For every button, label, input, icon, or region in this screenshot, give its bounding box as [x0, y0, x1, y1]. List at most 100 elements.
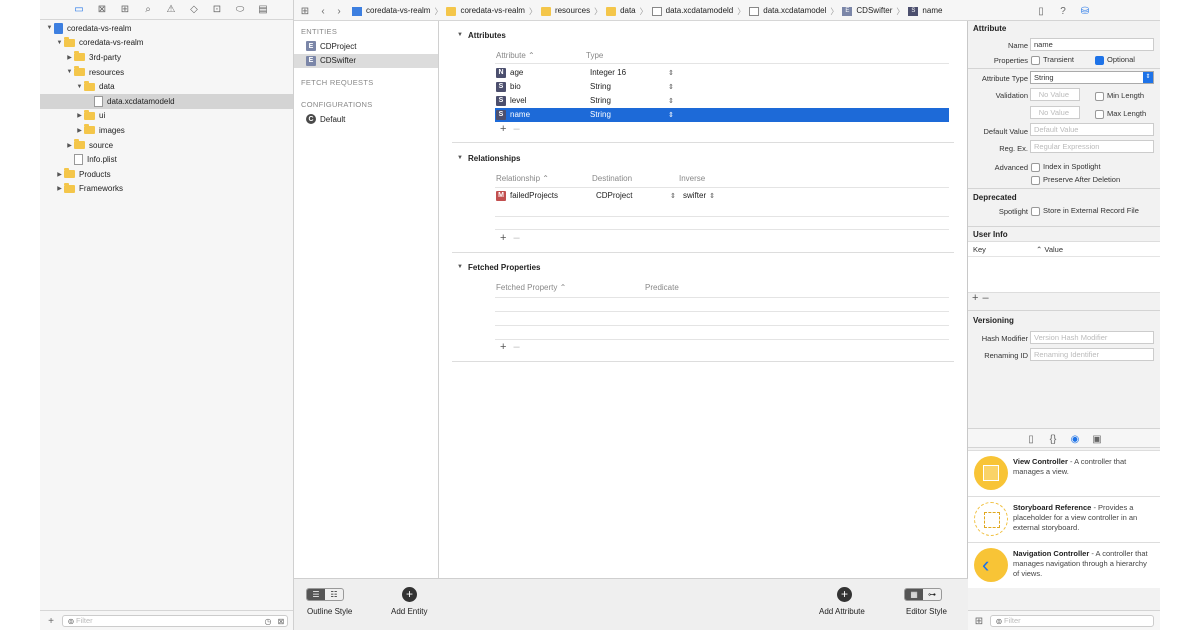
tree-item[interactable]: ▶ Products	[40, 167, 293, 182]
destination-stepper-icon[interactable]: ⇕	[670, 192, 683, 200]
disclosure-closed-icon[interactable]: ▶	[55, 185, 64, 192]
add-attribute-icon[interactable]: +	[837, 587, 852, 602]
add-attribute-label[interactable]: Add Attribute	[819, 607, 865, 616]
add-entity-icon[interactable]: +	[402, 587, 417, 602]
help-inspector-icon[interactable]: ?	[1056, 4, 1070, 18]
disclosure-closed-icon[interactable]: ▶	[65, 54, 74, 61]
store-external-checkbox[interactable]: Store in External Record File	[1031, 206, 1139, 216]
attribute-add-remove[interactable]: + –	[500, 123, 520, 135]
max-length-checkbox[interactable]: Max Length	[1095, 109, 1146, 119]
object-library-icon[interactable]: ◉	[1068, 432, 1082, 446]
type-stepper-icon[interactable]: ⇕	[668, 97, 674, 105]
warning-icon[interactable]: ⚠	[164, 3, 178, 17]
tree-item[interactable]: ▶ source	[40, 138, 293, 153]
min-length-checkbox[interactable]: Min Length	[1095, 91, 1144, 101]
disclosure-open-icon[interactable]: ▼	[45, 25, 54, 31]
breadcrumb-item[interactable]: coredata-vs-realm	[446, 6, 525, 16]
relationships-section-title[interactable]: Relationships	[457, 154, 521, 163]
test-icon[interactable]: ◇	[187, 3, 201, 17]
library-filter-input[interactable]: Filter	[990, 615, 1154, 627]
type-column-header[interactable]: Type	[586, 51, 603, 60]
disclosure-closed-icon[interactable]: ▶	[75, 127, 84, 134]
attribute-name[interactable]: bio	[510, 82, 590, 91]
destination-column-header[interactable]: Destination	[592, 174, 632, 183]
value-column-header[interactable]: ⌃ Value	[1036, 245, 1063, 254]
tree-item[interactable]: ▼ coredata-vs-realm	[40, 36, 293, 51]
file-template-icon[interactable]: ▯	[1024, 432, 1038, 446]
configuration-item[interactable]: C Default	[294, 112, 438, 127]
report-icon[interactable]: ▤	[256, 3, 270, 17]
relationship-inverse[interactable]: swifter	[683, 191, 706, 200]
tree-item[interactable]: ▼ resources	[40, 65, 293, 80]
type-stepper-icon[interactable]: ⇕	[668, 83, 674, 91]
renaming-id-field[interactable]: Renaming Identifier	[1030, 348, 1154, 361]
library-item[interactable]: ‹ Navigation Controller - A controller th…	[968, 542, 1160, 588]
disclosure-open-icon[interactable]: ▼	[55, 40, 64, 46]
disclosure-open-icon[interactable]: ▼	[75, 84, 84, 90]
tree-item[interactable]: Info.plist	[40, 152, 293, 167]
debug-icon[interactable]: ⊡	[210, 3, 224, 17]
source-control-icon[interactable]: ⊠	[95, 3, 109, 17]
breadcrumb-item[interactable]: E CDSwifter	[842, 6, 892, 16]
recent-icon[interactable]: ◷	[261, 614, 275, 628]
inverse-column-header[interactable]: Inverse	[679, 174, 705, 183]
entity-item[interactable]: E CDProject	[294, 39, 438, 54]
type-stepper-icon[interactable]: ⇕	[668, 69, 674, 77]
disclosure-closed-icon[interactable]: ▶	[75, 112, 84, 119]
attribute-column-header[interactable]: Attribute ⌃	[496, 51, 535, 60]
fetched-add-remove[interactable]: + –	[500, 341, 520, 353]
relationship-column-header[interactable]: Relationship ⌃	[496, 174, 549, 183]
max-value-field[interactable]: No Value	[1030, 106, 1080, 119]
tree-item[interactable]: ▶ ui	[40, 109, 293, 124]
relationship-row[interactable]: MfailedProjects CDProject ⇕ swifter ⇕	[495, 189, 949, 203]
search-icon[interactable]: ⌕	[141, 3, 155, 17]
tree-item[interactable]: data.xcdatamodeld	[40, 93, 293, 109]
default-value-field[interactable]: Default Value	[1030, 123, 1154, 136]
related-items-icon[interactable]: ⊞	[298, 4, 312, 18]
attributes-section-title[interactable]: Attributes	[457, 31, 506, 40]
file-inspector-icon[interactable]: ▯	[1034, 4, 1048, 18]
add-icon[interactable]: +	[44, 614, 58, 628]
attribute-row[interactable]: Nage Integer 16 ⇕	[495, 66, 949, 80]
media-library-icon[interactable]: ▣	[1090, 432, 1104, 446]
breadcrumb-item[interactable]: data.xcdatamodeld	[651, 6, 733, 16]
editor-style-control[interactable]: ▦ ⊶	[904, 588, 942, 601]
attribute-name[interactable]: name	[510, 110, 590, 119]
breadcrumb-item[interactable]: resources	[540, 6, 590, 16]
tree-item[interactable]: ▼ data	[40, 79, 293, 94]
attribute-name[interactable]: age	[510, 68, 590, 77]
back-icon[interactable]: ‹	[316, 4, 330, 18]
regex-field[interactable]: Regular Expression	[1030, 140, 1154, 153]
preserve-deletion-checkbox[interactable]: Preserve After Deletion	[1031, 175, 1120, 185]
optional-checkbox[interactable]: Optional	[1095, 55, 1135, 65]
tree-item[interactable]: ▶ images	[40, 123, 293, 138]
fetched-property-column-header[interactable]: Fetched Property ⌃	[496, 283, 566, 292]
fetched-properties-section-title[interactable]: Fetched Properties	[457, 263, 541, 272]
breadcrumb-item[interactable]: coredata-vs-realm	[352, 6, 430, 16]
library-item[interactable]: Storyboard Reference - Provides a placeh…	[968, 496, 1160, 542]
tree-item[interactable]: ▼ coredata-vs-realm	[40, 21, 293, 36]
relationship-add-remove[interactable]: + –	[500, 232, 520, 244]
data-model-inspector-icon[interactable]: ⛁	[1078, 4, 1092, 18]
folder-icon[interactable]: ▭	[72, 3, 86, 17]
hierarchy-icon[interactable]: ⊞	[118, 3, 132, 17]
entity-item[interactable]: E CDSwifter	[294, 53, 438, 69]
breadcrumb-item[interactable]: Sname	[908, 6, 942, 16]
forward-icon[interactable]: ›	[332, 4, 346, 18]
breadcrumb-item[interactable]: data	[606, 6, 636, 16]
breakpoint-icon[interactable]: ⬭	[233, 3, 247, 17]
attribute-row[interactable]: Slevel String ⇕	[495, 94, 949, 108]
user-info-add-remove[interactable]: + –	[972, 292, 989, 304]
disclosure-closed-icon[interactable]: ▶	[65, 142, 74, 149]
name-field[interactable]: name	[1030, 38, 1154, 51]
attribute-type[interactable]: String	[590, 96, 668, 105]
user-info-table[interactable]: Key ⌃ Value	[968, 241, 1160, 293]
min-value-field[interactable]: No Value	[1030, 88, 1080, 101]
relationship-name[interactable]: failedProjects	[510, 191, 596, 200]
outline-style-control[interactable]: ☰ ☷	[306, 588, 344, 601]
breadcrumb-item[interactable]: data.xcdatamodel	[749, 6, 826, 16]
scm-filter-icon[interactable]: ⊠	[274, 614, 288, 628]
key-column-header[interactable]: Key	[973, 245, 986, 254]
grid-view-icon[interactable]: ⊞	[972, 614, 986, 628]
attribute-row[interactable]: Sbio String ⇕	[495, 80, 949, 94]
